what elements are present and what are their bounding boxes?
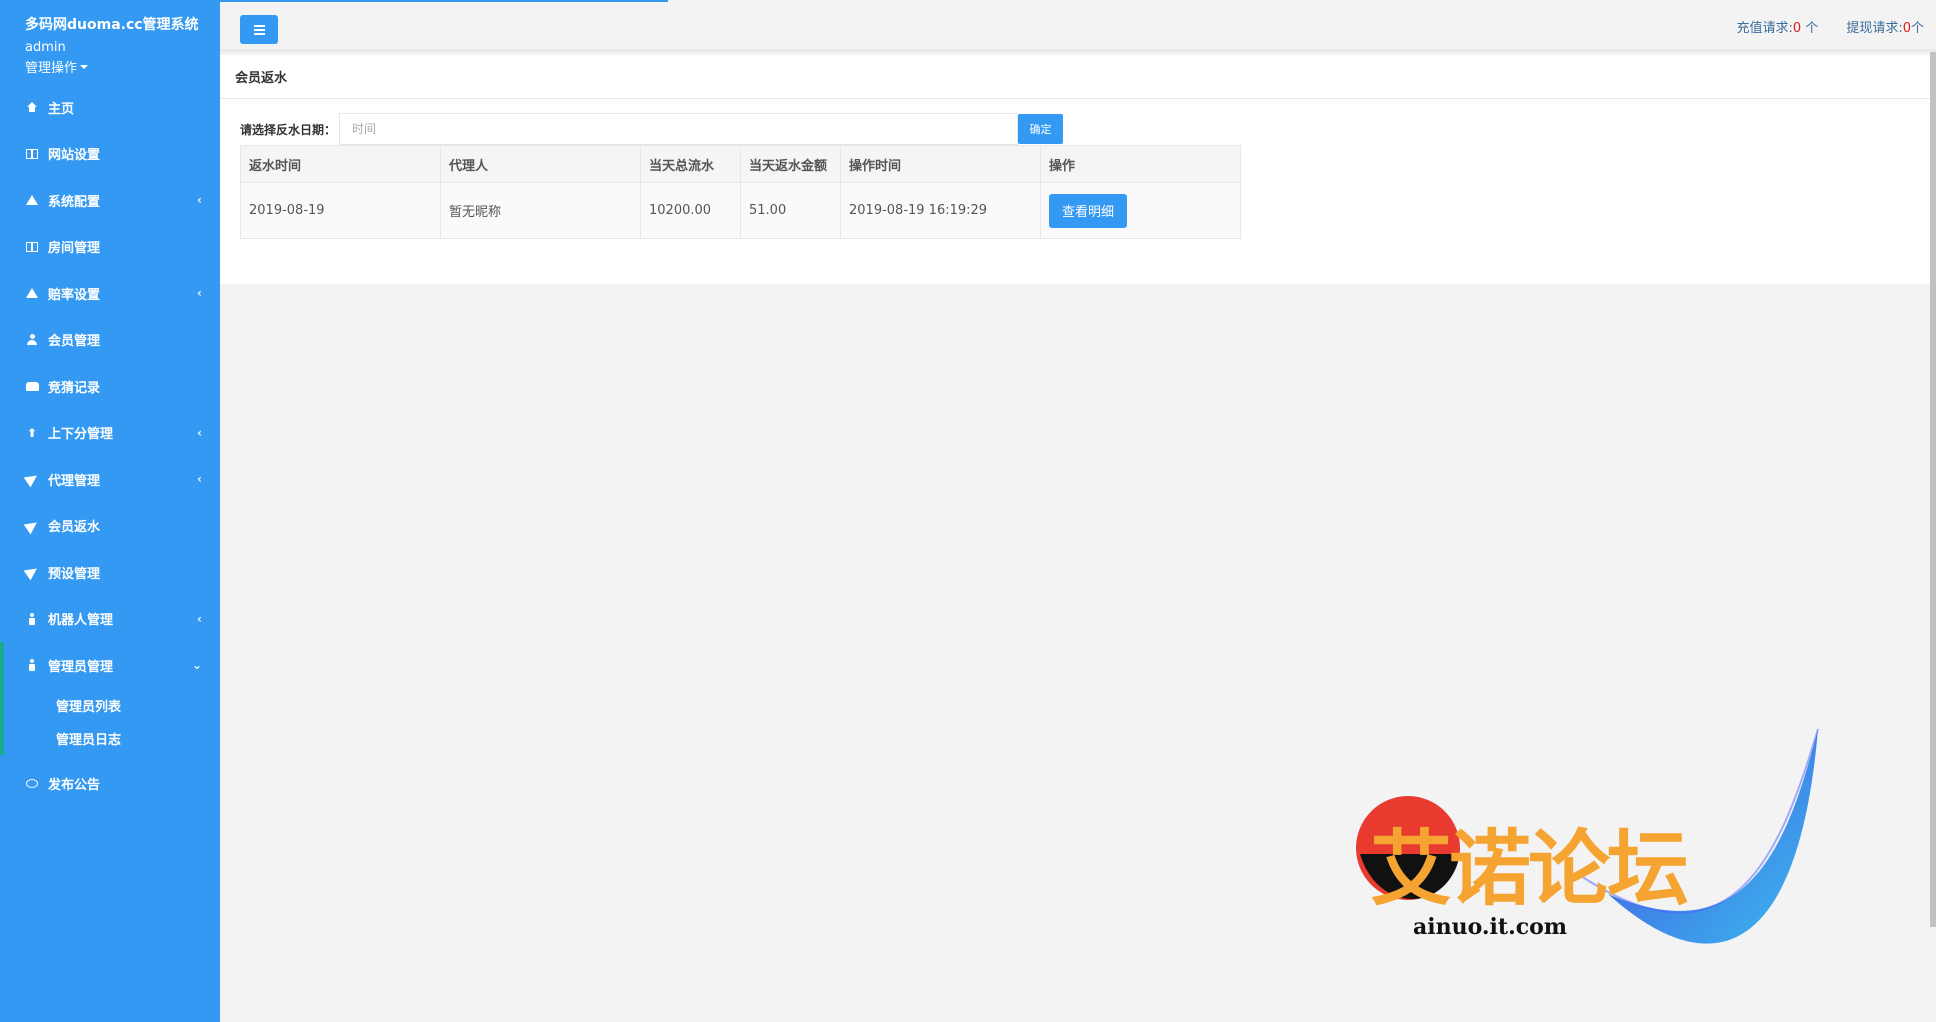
cell-rebate: 51.00 [740,182,841,239]
comment-icon [25,777,39,791]
caret-down-icon [80,64,89,69]
paper-plane-icon [23,563,41,581]
menu-toggle-button[interactable] [240,15,278,44]
sidebar-item-label: 竞猜记录 [48,380,101,396]
chevron-down-icon: ⌄ [191,658,202,673]
column-header: 返水时间 [240,145,441,183]
topbar: 充值请求:0 个 提现请求:0个 [220,0,1936,52]
person-icon [25,612,39,626]
recharge-requests-link[interactable]: 充值请求:0 个 [1736,17,1818,36]
sidebar-item-label: 预设管理 [48,566,101,582]
main-content: 会员返水 请选择反水日期： 确定 返水时间 代理人 当天总流水 当天返水金额 操… [220,55,1930,284]
paper-plane-icon [23,517,41,535]
recharge-count: 0 [1792,21,1802,36]
paper-plane-icon [23,470,41,488]
user-menu-label: 管理操作 [25,61,78,76]
sidebar-item-agent-management[interactable]: 代理管理 ‹ [0,456,220,503]
sidebar-item-odds-settings[interactable]: 赔率设置 ‹ [0,270,220,317]
withdraw-count: 0 [1902,21,1911,36]
car-icon [25,379,39,393]
sidebar-item-label: 会员管理 [48,334,101,350]
sidebar-subitem-admin-log[interactable]: 管理员日志 [4,722,220,755]
sidebar-item-site-settings[interactable]: 网站设置 [0,131,220,178]
sidebar-item-points-management[interactable]: ⬆ 上下分管理 ‹ [0,410,220,457]
user-icon [25,333,39,347]
date-filter-label: 请选择反水日期： [240,122,337,137]
chevron-left-icon: ‹ [197,193,202,208]
column-header: 操作时间 [840,145,1041,183]
sidebar-item-label: 网站设置 [48,148,101,164]
watermark-site: ainuo.it.com [1413,914,1568,940]
cell-agent: 暂无昵称 [440,182,641,239]
filter-row: 请选择反水日期： 确定 [240,113,1910,145]
admin-submenu: 管理员列表 管理员日志 [0,688,220,755]
columns-icon [25,240,39,254]
cell-date: 2019-08-19 [240,182,441,239]
sidebar-item-label: 上下分管理 [48,427,114,443]
column-header: 当天总流水 [640,145,741,183]
loading-progress-bar [220,0,668,2]
sidebar-item-label: 系统配置 [48,194,101,210]
top-links: 充值请求:0 个 提现请求:0个 [1736,17,1924,36]
confirm-button[interactable]: 确定 [1018,114,1064,144]
rebate-table: 返水时间 代理人 当天总流水 当天返水金额 操作时间 操作 2019-08-19… [240,145,1241,239]
panel-body: 请选择反水日期： 确定 返水时间 代理人 当天总流水 当天返水金额 操作时间 操… [220,99,1930,284]
app-root: 多码网duoma.cc管理系统 admin 管理操作 主页 网站设置 系统配置 … [0,0,1936,1022]
sidebar-item-member-rebate[interactable]: 会员返水 [0,503,220,550]
sidebar-item-betting-records[interactable]: 竞猜记录 [0,363,220,410]
user-menu-toggle[interactable]: 管理操作 [0,55,220,76]
sidebar-item-label: 代理管理 [48,473,101,489]
sidebar-item-label: 机器人管理 [48,613,114,629]
sidebar-item-room-management[interactable]: 房间管理 [0,224,220,271]
sidebar-item-announcement[interactable]: 发布公告 [0,761,220,808]
flask-icon [25,193,39,207]
sidebar-item-label: 主页 [48,101,75,117]
sidebar-item-system-config[interactable]: 系统配置 ‹ [0,177,220,224]
columns-icon [25,147,39,161]
sidebar-subitem-admin-list[interactable]: 管理员列表 [4,689,220,722]
chevron-left-icon: ‹ [197,472,202,487]
column-header: 代理人 [440,145,641,183]
sidebar-item-label: 赔率设置 [48,287,101,303]
flask-icon [25,286,39,300]
sidebar-item-label: 管理员管理 [48,659,114,675]
chevron-left-icon: ‹ [197,611,202,626]
sidebar-item-robot-management[interactable]: 机器人管理 ‹ [0,596,220,643]
person-icon [25,658,39,672]
watermark-title: 艾诺论坛 [1370,822,1689,917]
chevron-left-icon: ‹ [197,425,202,440]
sidebar-item-label: 会员返水 [48,520,101,536]
sidebar-nav: 主页 网站设置 系统配置 ‹ 房间管理 赔率设置 ‹ 会员管理 竞猜记录 ⬆ 上… [0,84,220,807]
home-icon [25,100,39,114]
cell-op-time: 2019-08-19 16:19:29 [840,182,1041,239]
withdraw-requests-link[interactable]: 提现请求:0个 [1846,17,1924,36]
hamburger-icon [253,24,265,27]
chevron-left-icon: ‹ [197,286,202,301]
view-detail-button[interactable]: 查看明细 [1049,193,1128,228]
column-header: 操作 [1040,145,1241,183]
sidebar-item-member-management[interactable]: 会员管理 [0,317,220,364]
arrow-up-icon: ⬆ [26,425,38,440]
sidebar-item-home[interactable]: 主页 [0,84,220,131]
sidebar-item-label: 房间管理 [48,241,101,257]
table-header-row: 返水时间 代理人 当天总流水 当天返水金额 操作时间 操作 [240,145,1241,183]
table-row: 2019-08-19 暂无昵称 10200.00 51.00 2019-08-1… [240,182,1241,239]
brand-title: 多码网duoma.cc管理系统 [25,17,199,33]
cell-turnover: 10200.00 [640,182,741,239]
sidebar: 多码网duoma.cc管理系统 admin 管理操作 主页 网站设置 系统配置 … [0,0,220,1022]
cell-action: 查看明细 [1040,182,1241,239]
rebate-panel: 会员返水 请选择反水日期： 确定 返水时间 代理人 当天总流水 当天返水金额 操… [220,55,1930,284]
page-title: 会员返水 [220,55,1930,99]
sidebar-item-preset-management[interactable]: 预设管理 [0,549,220,596]
column-header: 当天返水金额 [740,145,841,183]
sidebar-item-label: 发布公告 [48,778,101,794]
user-name: admin [25,40,66,55]
sidebar-item-admin-management[interactable]: 管理员管理 ⌄ [0,642,220,689]
watermark-logo: 艾诺论坛 ainuo.it.com [1348,724,1828,984]
scrollbar[interactable] [1930,52,1936,927]
date-input[interactable] [339,113,1019,145]
